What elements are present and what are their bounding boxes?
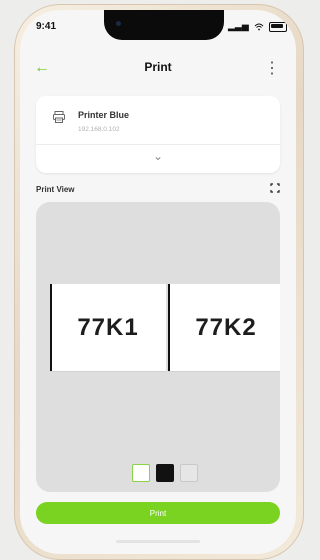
signal-icon: ▂▃▅: [228, 21, 249, 31]
color-swatches: [132, 464, 198, 482]
printer-card[interactable]: Printer Blue 192.168.0.102 ⌄: [36, 96, 280, 173]
printer-icon: [53, 111, 65, 123]
printer-ip: 192.168.0.102: [78, 126, 120, 133]
label-text-2: 77K2: [195, 314, 257, 341]
camera-dot: [116, 21, 121, 26]
card-divider: [36, 144, 280, 145]
printer-name: Printer Blue: [78, 110, 130, 120]
more-button[interactable]: ⋮: [264, 58, 280, 78]
label-preview-1: 77K1: [50, 284, 166, 371]
swatch-white[interactable]: [132, 464, 150, 482]
labels-strip: 77K1 77K2: [50, 284, 280, 371]
app-bar: ← Print ⋮: [20, 48, 296, 88]
label-text-1: 77K1: [77, 314, 139, 341]
phone-screen: 9:41 ▂▃▅ ← Print ⋮ Printer Blue 192.168.…: [20, 10, 296, 554]
status-time: 9:41: [36, 21, 57, 32]
print-view-label: Print View: [36, 185, 75, 194]
kebab-icon: ⋮: [264, 60, 280, 77]
swatch-gray[interactable]: [180, 464, 198, 482]
notch: [104, 10, 224, 40]
home-indicator: [116, 540, 200, 543]
page-title: Print: [144, 60, 172, 74]
status-icons: ▂▃▅: [228, 21, 287, 32]
chevron-down-icon: ⌄: [152, 149, 164, 163]
print-preview: 77K1 77K2: [36, 202, 280, 492]
wifi-icon: [254, 23, 264, 30]
battery-icon: [268, 21, 287, 32]
swatch-black[interactable]: [156, 464, 174, 482]
expand-printer-button[interactable]: ⌄: [36, 149, 280, 163]
fullscreen-icon[interactable]: [270, 183, 280, 193]
print-button[interactable]: Print: [36, 502, 280, 524]
label-preview-2: 77K2: [168, 284, 280, 371]
